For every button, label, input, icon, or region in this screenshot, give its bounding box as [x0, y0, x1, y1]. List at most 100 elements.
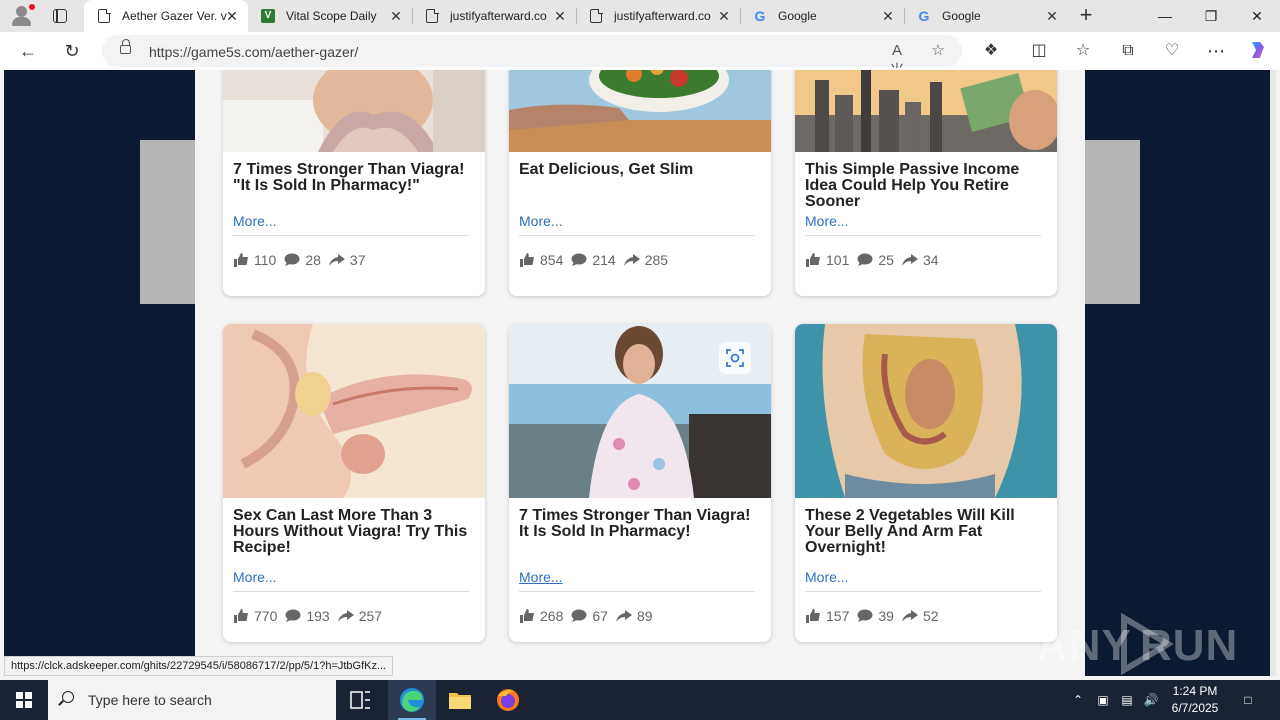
windows-logo-icon [16, 692, 32, 708]
tab-strip: Aether Gazer Ver. v ✕ V Vital Scope Dail… [0, 0, 1280, 32]
share-icon[interactable] [901, 253, 918, 267]
close-tab-icon[interactable]: ✕ [388, 8, 404, 24]
restore-button[interactable]: ❐ [1188, 0, 1234, 32]
comment-icon[interactable] [857, 253, 873, 267]
share-icon[interactable] [328, 253, 345, 267]
reload-button[interactable]: ↻ [59, 39, 85, 63]
share-icon[interactable] [623, 253, 640, 267]
share-icon[interactable] [337, 609, 354, 623]
start-button[interactable] [0, 680, 48, 720]
more-link[interactable]: More... [519, 213, 563, 229]
ad-stats: 770 193 257 [233, 608, 390, 624]
clock-time: 1:24 PM [1172, 684, 1218, 698]
tab-justifyafterward-1[interactable]: justifyafterward.co ✕ [412, 0, 577, 32]
task-view-button[interactable] [336, 680, 384, 720]
close-tab-icon[interactable]: ✕ [552, 8, 568, 24]
ad-image[interactable] [223, 70, 485, 152]
close-tab-icon[interactable]: ✕ [880, 8, 896, 24]
svg-text:ANY: ANY [1036, 621, 1132, 670]
like-icon[interactable] [233, 253, 249, 267]
ad-title[interactable]: 7 Times Stronger Than Viagra! "It Is Sol… [233, 162, 475, 194]
notifications-icon[interactable]: □ [1234, 680, 1262, 720]
ad-card[interactable]: 7 Times Stronger Than Viagra! It Is Sold… [509, 324, 771, 642]
clock-date: 6/7/2025 [1171, 701, 1219, 715]
favorite-star-icon[interactable]: ☆ [927, 41, 949, 61]
volume-icon[interactable]: 🔊 [1140, 680, 1162, 720]
close-window-button[interactable]: ✕ [1234, 0, 1280, 32]
close-tab-icon[interactable]: ✕ [224, 8, 240, 24]
firefox-icon[interactable] [484, 680, 532, 720]
edge-taskbar-icon[interactable] [388, 680, 436, 720]
collections-icon[interactable]: ⧉ [1115, 39, 1141, 63]
ad-title[interactable]: Eat Delicious, Get Slim [519, 162, 761, 178]
more-menu-icon[interactable]: ⋯ [1203, 39, 1229, 63]
more-link[interactable]: More... [233, 213, 277, 229]
ad-image[interactable] [509, 70, 771, 152]
ad-title[interactable]: These 2 Vegetables Will Kill Your Belly … [805, 508, 1047, 556]
ad-image[interactable] [795, 70, 1057, 152]
tab-aether-gazer[interactable]: Aether Gazer Ver. v ✕ [84, 0, 248, 32]
more-link[interactable]: More... [805, 569, 849, 585]
ad-title[interactable]: This Simple Passive Income Idea Could He… [805, 162, 1047, 210]
close-tab-icon[interactable]: ✕ [1044, 8, 1060, 24]
tray-chevron-icon[interactable]: ⌃ [1068, 680, 1088, 720]
url-text[interactable]: https://game5s.com/aether-gazer/ [149, 44, 358, 60]
ad-image[interactable] [795, 324, 1057, 498]
share-count: 257 [358, 608, 383, 624]
like-icon[interactable] [233, 609, 249, 623]
address-bar[interactable]: https://game5s.com/aether-gazer/ A⺌ ☆ [102, 35, 962, 79]
taskbar-clock[interactable]: 1:24 PM 6/7/2025 [1160, 683, 1230, 717]
extensions-icon[interactable]: ❖ [978, 39, 1004, 63]
tab-google-2[interactable]: G Google ✕ [904, 0, 1068, 32]
ad-card[interactable]: Eat Delicious, Get Slim More... 854 214 … [509, 70, 771, 296]
browser-essentials-icon[interactable]: ♡ [1159, 39, 1185, 63]
ad-card[interactable]: These 2 Vegetables Will Kill Your Belly … [795, 324, 1057, 642]
comment-icon[interactable] [571, 253, 587, 267]
ad-stats: 110 28 37 [233, 252, 373, 268]
ad-title[interactable]: 7 Times Stronger Than Viagra! It Is Sold… [519, 508, 761, 540]
comment-icon[interactable] [285, 609, 301, 623]
split-screen-icon[interactable]: ◫ [1026, 39, 1052, 63]
ad-card[interactable]: 7 Times Stronger Than Viagra! "It Is Sol… [223, 70, 485, 296]
back-button[interactable]: ← [15, 39, 41, 63]
like-icon[interactable] [805, 609, 821, 623]
visual-search-icon[interactable] [719, 342, 751, 374]
taskbar-search-box[interactable]: Type here to search [48, 680, 336, 720]
tab-justifyafterward-2[interactable]: justifyafterward.co ✕ [576, 0, 741, 32]
file-explorer-icon[interactable] [436, 680, 484, 720]
like-count: 101 [826, 252, 850, 268]
profile-icon[interactable] [8, 4, 36, 28]
ad-image[interactable] [509, 324, 771, 498]
more-link[interactable]: More... [233, 569, 277, 585]
like-icon[interactable] [519, 609, 535, 623]
more-link[interactable]: More... [519, 569, 563, 585]
more-link[interactable]: More... [805, 213, 849, 229]
share-icon[interactable] [901, 609, 918, 623]
share-icon[interactable] [615, 609, 632, 623]
read-aloud-icon[interactable]: A⺌ [886, 41, 908, 79]
tray-device-icon[interactable]: ▣ [1092, 680, 1114, 720]
comment-icon[interactable] [571, 609, 587, 623]
favorites-icon[interactable]: ☆ [1070, 39, 1096, 63]
like-icon[interactable] [805, 253, 821, 267]
tab-vital-scope[interactable]: V Vital Scope Daily ✕ [248, 0, 413, 32]
copilot-icon[interactable] [1245, 39, 1271, 63]
network-icon[interactable]: ▤ [1116, 680, 1138, 720]
new-tab-button[interactable]: + [1074, 4, 1098, 28]
tab-google-1[interactable]: G Google ✕ [740, 0, 905, 32]
ad-card[interactable]: Sex Can Last More Than 3 Hours Without V… [223, 324, 485, 642]
search-placeholder[interactable]: Type here to search [88, 692, 212, 708]
minimize-button[interactable]: — [1142, 0, 1188, 32]
ad-title[interactable]: Sex Can Last More Than 3 Hours Without V… [233, 508, 475, 556]
ad-stats: 101 25 34 [805, 252, 947, 268]
page-scrollbar[interactable] [1270, 70, 1276, 676]
lock-icon[interactable] [120, 39, 131, 54]
ad-image[interactable] [223, 324, 485, 498]
ad-card[interactable]: This Simple Passive Income Idea Could He… [795, 70, 1057, 296]
comment-icon[interactable] [284, 253, 300, 267]
comment-count: 28 [305, 252, 321, 268]
close-tab-icon[interactable]: ✕ [716, 8, 732, 24]
comment-icon[interactable] [857, 609, 873, 623]
like-icon[interactable] [519, 253, 535, 267]
tab-actions-icon[interactable] [50, 6, 70, 26]
